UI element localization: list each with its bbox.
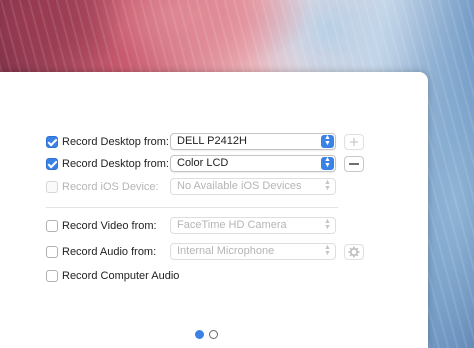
chevron-updown-icon: ▲ ▼: [321, 134, 334, 148]
minus-icon: [349, 163, 359, 165]
section-divider: [46, 207, 338, 208]
record-video-label: Record Video from:: [62, 220, 157, 232]
display-select-2[interactable]: Color LCD ▲ ▼: [170, 155, 336, 172]
record-desktop-1-checkbox[interactable]: [46, 136, 58, 148]
chevron-updown-icon: ▲ ▼: [324, 218, 331, 231]
ios-device-select[interactable]: No Available iOS Devices ▲ ▼: [170, 178, 336, 195]
recording-options-panel: Record Desktop from: DELL P2412H ▲ ▼ Reco…: [0, 72, 428, 348]
page-dot-2[interactable]: [209, 330, 218, 339]
chevron-updown-icon: ▲ ▼: [324, 179, 331, 192]
record-audio-checkbox[interactable]: [46, 246, 58, 258]
page-dot-1[interactable]: [195, 330, 204, 339]
record-desktop-2-checkbox[interactable]: [46, 158, 58, 170]
chevron-updown-icon: ▲ ▼: [324, 244, 331, 257]
audio-settings-button[interactable]: [344, 244, 364, 260]
record-computer-audio-label: Record Computer Audio: [62, 270, 180, 282]
record-desktop-row-1: Record Desktop from:: [46, 133, 169, 151]
record-desktop-1-label: Record Desktop from:: [62, 136, 169, 148]
camera-select-value: FaceTime HD Camera: [177, 219, 287, 231]
display-select-1-value: DELL P2412H: [177, 135, 247, 147]
record-computer-audio-row: Record Computer Audio: [46, 267, 179, 285]
record-audio-label: Record Audio from:: [62, 246, 157, 258]
gear-icon: [348, 246, 360, 258]
display-select-1[interactable]: DELL P2412H ▲ ▼: [170, 133, 336, 150]
plus-icon: [350, 138, 358, 146]
record-ios-checkbox[interactable]: [46, 181, 58, 193]
record-desktop-2-label: Record Desktop from:: [62, 158, 169, 170]
record-video-checkbox[interactable]: [46, 220, 58, 232]
record-video-row: Record Video from:: [46, 217, 157, 235]
microphone-select-value: Internal Microphone: [177, 245, 275, 257]
record-computer-audio-checkbox[interactable]: [46, 270, 58, 282]
camera-select[interactable]: FaceTime HD Camera ▲ ▼: [170, 217, 336, 234]
microphone-select[interactable]: Internal Microphone ▲ ▼: [170, 243, 336, 260]
remove-display-button[interactable]: [344, 156, 364, 172]
ios-device-select-value: No Available iOS Devices: [177, 180, 302, 192]
display-select-2-value: Color LCD: [177, 157, 229, 169]
chevron-updown-icon: ▲ ▼: [321, 156, 334, 170]
record-ios-row: Record iOS Device:: [46, 178, 159, 196]
record-desktop-row-2: Record Desktop from:: [46, 155, 169, 173]
add-display-button[interactable]: [344, 134, 364, 150]
record-ios-label: Record iOS Device:: [62, 181, 159, 193]
record-audio-row: Record Audio from:: [46, 243, 156, 261]
